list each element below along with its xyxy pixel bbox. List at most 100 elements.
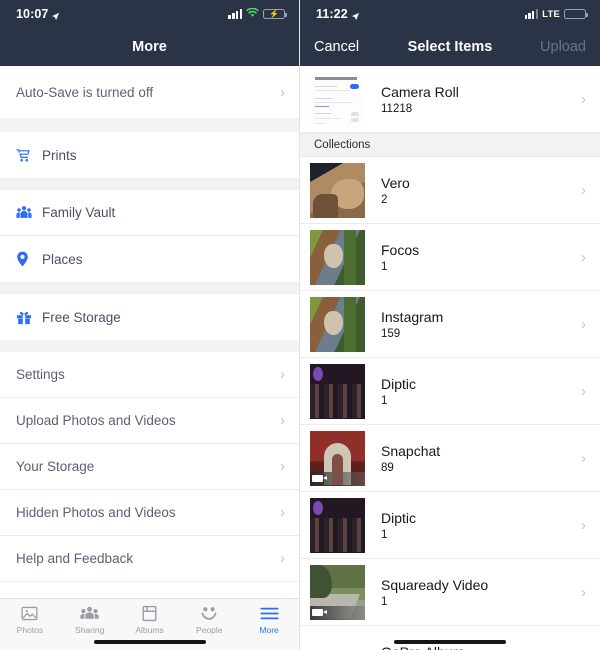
album-row-focos[interactable]: Focos 1 › [300, 224, 600, 291]
free-storage-group: Free Storage [0, 294, 299, 340]
album-row-instagram[interactable]: Instagram 159 › [300, 291, 600, 358]
menu-item-places[interactable]: Places [0, 236, 299, 282]
right-nav-bar: Cancel Select Items Upload [300, 28, 600, 66]
location-pin-icon [16, 251, 42, 267]
album-info: Diptic 1 [365, 510, 581, 541]
autosave-row[interactable]: Auto-Save is turned off › [0, 66, 299, 118]
album-row-vero[interactable]: Vero 2 › [300, 157, 600, 224]
vault-places-group: Family Vault Places [0, 190, 299, 282]
menu-label: Family Vault [42, 205, 116, 220]
album-row-diptic-2[interactable]: Diptic 1 › [300, 492, 600, 559]
tab-sharing[interactable]: Sharing [60, 604, 120, 635]
albums-icon [142, 604, 157, 622]
album-row-diptic-1[interactable]: Diptic 1 › [300, 358, 600, 425]
album-row-snapchat[interactable]: Snapchat 89 › [300, 425, 600, 492]
tab-label: Sharing [75, 625, 105, 635]
album-row-camera-roll[interactable]: Camera Roll 11218 › [300, 66, 600, 133]
battery-icon [564, 8, 589, 20]
chevron-right-icon: › [581, 90, 586, 108]
video-badge-icon [310, 471, 365, 486]
album-row-gopro-album[interactable]: GoPro Album 0 › [300, 626, 600, 650]
album-count: 89 [381, 461, 394, 474]
cellular-bars-icon [524, 9, 539, 19]
menu-item-hidden-photos-and-videos[interactable]: Hidden Photos and Videos › [0, 490, 299, 536]
album-count: 1 [381, 528, 388, 541]
menu-item-help-and-feedback[interactable]: Help and Feedback › [0, 536, 299, 582]
gift-icon [16, 310, 42, 325]
status-time: 11:22 [316, 7, 348, 21]
chevron-right-icon: › [581, 315, 586, 333]
party-photo-thumbnail [310, 497, 365, 553]
home-indicator [93, 639, 206, 644]
right-status-time-group: 11:22 [316, 7, 360, 21]
menu-item-upload-photos-and-videos[interactable]: Upload Photos and Videos › [0, 398, 299, 444]
tab-people[interactable]: People [179, 604, 239, 635]
chevron-right-icon: › [280, 458, 285, 475]
chevron-right-icon: › [280, 550, 285, 567]
hamburger-menu-icon [260, 604, 279, 622]
section-gap [0, 340, 299, 352]
tab-label: Albums [135, 625, 164, 635]
prints-group: Prints [0, 132, 299, 178]
album-title: Vero [381, 174, 410, 191]
autosave-label: Auto-Save is turned off [16, 84, 154, 100]
album-title: Instagram [381, 308, 444, 325]
album-list-scroll-area[interactable]: Camera Roll 11218 › Collections Vero 2 ›… [300, 66, 600, 650]
menu-item-your-storage[interactable]: Your Storage › [0, 444, 299, 490]
menu-label: Your Storage [16, 459, 95, 474]
tab-more[interactable]: More [239, 604, 299, 635]
left-scroll-area[interactable]: Auto-Save is turned off › Prints Family … [0, 66, 299, 650]
location-arrow-icon [351, 10, 360, 20]
chevron-right-icon: › [581, 449, 586, 467]
upload-button[interactable]: Upload [540, 39, 586, 55]
network-type-label: LTE [542, 8, 560, 20]
right-phone-screen: 11:22 LTE Cancel Select Items Upload Cam… [300, 0, 600, 650]
menu-label: Upload Photos and Videos [16, 413, 176, 428]
album-count: 159 [381, 327, 401, 340]
location-arrow-icon [51, 10, 60, 20]
tab-photos[interactable]: Photos [0, 604, 60, 635]
road-photo-thumbnail [310, 564, 365, 620]
left-status-indicators: ⚡ [228, 5, 288, 23]
collections-section-header: Collections [300, 133, 600, 157]
left-status-time-group: 10:07 [16, 7, 60, 21]
album-row-squaready-video[interactable]: Squaready Video 1 › [300, 559, 600, 626]
tab-label: People [196, 625, 223, 635]
tab-albums[interactable]: Albums [120, 604, 180, 635]
menu-item-prints[interactable]: Prints [0, 132, 299, 178]
dual-screenshot-container: 10:07 ⚡ More Auto-Save is turned off › P… [0, 0, 600, 650]
section-gap [0, 282, 299, 294]
chevron-right-icon: › [581, 181, 586, 199]
party-photo-thumbnail [310, 363, 365, 419]
menu-item-family-vault[interactable]: Family Vault [0, 190, 299, 236]
right-status-bar: 11:22 LTE [300, 0, 600, 28]
status-time: 10:07 [16, 7, 49, 21]
autosave-group: Auto-Save is turned off › [0, 66, 299, 118]
album-info: Vero 2 [365, 175, 581, 206]
album-title: GoPro Album [381, 644, 581, 650]
menu-label: Free Storage [42, 309, 121, 325]
settings-group: Settings › Upload Photos and Videos › Yo… [0, 352, 299, 628]
dog-photo-thumbnail [310, 162, 365, 218]
album-info: Focos 1 [365, 242, 581, 273]
cancel-button[interactable]: Cancel [314, 39, 359, 55]
menu-item-free-storage[interactable]: Free Storage [0, 294, 299, 340]
album-title: Snapchat [381, 442, 441, 459]
album-info: Camera Roll 11218 [365, 84, 581, 115]
menu-item-settings[interactable]: Settings › [0, 352, 299, 398]
left-status-bar: 10:07 ⚡ [0, 0, 299, 28]
album-title: Squaready Video [381, 576, 489, 593]
album-info: Diptic 1 [365, 376, 581, 407]
album-title: Focos [381, 241, 420, 258]
family-group-icon [16, 205, 42, 220]
album-info: Snapchat 89 [365, 443, 581, 474]
menu-label: Settings [16, 367, 65, 382]
archway-photo-thumbnail [310, 430, 365, 486]
right-status-indicators: LTE [524, 8, 589, 20]
menu-label: Hidden Photos and Videos [16, 505, 176, 520]
menu-label: Prints [42, 147, 77, 163]
battery-charging-icon: ⚡ [263, 8, 288, 20]
settings-screenshot-thumbnail [310, 71, 365, 127]
section-gap [0, 178, 299, 190]
people-sharing-icon [80, 604, 99, 622]
